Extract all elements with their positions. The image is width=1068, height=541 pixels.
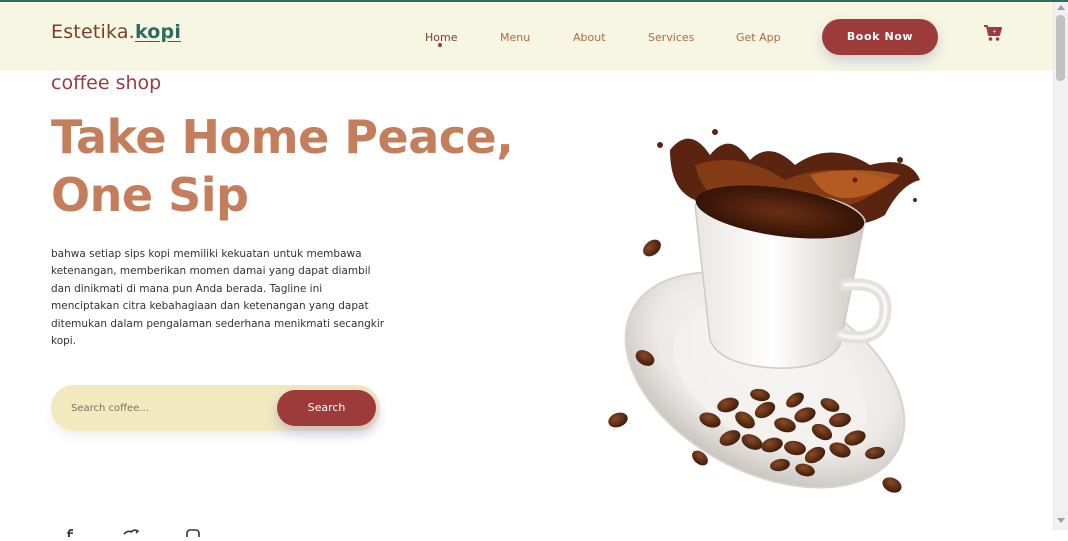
facebook-icon[interactable] bbox=[63, 522, 79, 537]
nav-link-about[interactable]: About bbox=[573, 31, 606, 44]
brand-accent: kopi bbox=[134, 21, 182, 43]
coffee-cup-splash-image bbox=[600, 120, 935, 500]
nav-link-services[interactable]: Services bbox=[648, 31, 694, 44]
scroll-up-arrow-icon[interactable] bbox=[1057, 5, 1065, 10]
social-links bbox=[51, 508, 221, 541]
brand-name: Estetika. bbox=[51, 21, 135, 43]
twitter-icon[interactable] bbox=[123, 522, 140, 535]
nav-link-menu[interactable]: Menu bbox=[500, 31, 530, 44]
cart-icon[interactable]: + bbox=[983, 24, 1003, 42]
active-nav-indicator bbox=[438, 43, 442, 47]
scrollbar-track[interactable] bbox=[1053, 2, 1068, 530]
svg-text:+: + bbox=[992, 29, 996, 35]
search-input[interactable] bbox=[71, 385, 271, 431]
hero-kicker: coffee shop bbox=[51, 72, 162, 94]
nav-link-home[interactable]: Home bbox=[425, 31, 457, 44]
book-now-button[interactable]: Book Now bbox=[822, 19, 938, 55]
hero-description: bahwa setiap sips kopi memiliki kekuatan… bbox=[51, 248, 385, 348]
headline-line-2: One Sip bbox=[51, 168, 249, 222]
search-bar: Search bbox=[51, 385, 380, 431]
scrollbar-thumb[interactable] bbox=[1056, 15, 1065, 81]
navbar: Estetika.kopi Home Menu About Services G… bbox=[0, 2, 1053, 71]
hero-headline: Take Home Peace, One Sip bbox=[51, 108, 571, 224]
scroll-down-arrow-icon[interactable] bbox=[1057, 518, 1065, 523]
nav-link-get-app[interactable]: Get App bbox=[736, 31, 781, 44]
headline-line-1: Take Home Peace, bbox=[51, 110, 514, 164]
search-button[interactable]: Search bbox=[277, 390, 376, 426]
brand-logo[interactable]: Estetika.kopi bbox=[51, 21, 181, 43]
instagram-icon[interactable] bbox=[185, 522, 201, 541]
